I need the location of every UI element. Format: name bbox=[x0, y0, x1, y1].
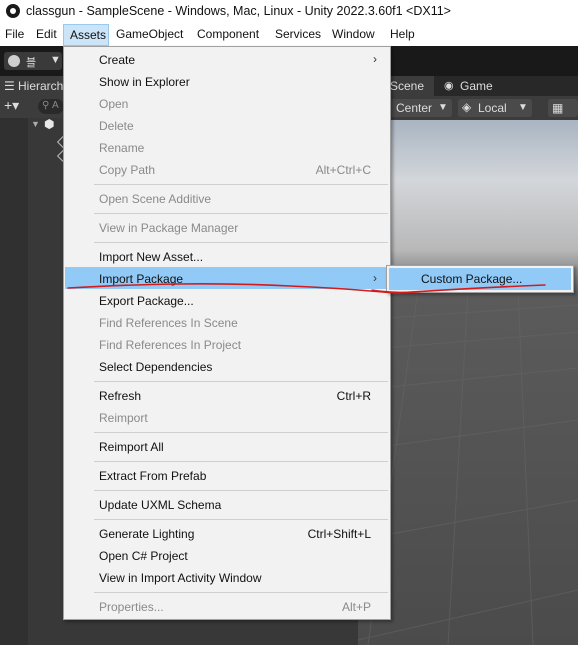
import-package-submenu: Custom Package... bbox=[386, 265, 574, 293]
menu-item-view-in-import-activity-window[interactable]: View in Import Activity Window bbox=[65, 566, 389, 588]
menu-edit[interactable]: Edit bbox=[36, 27, 57, 41]
menu-item-show-in-explorer[interactable]: Show in Explorer bbox=[65, 70, 389, 92]
menu-item-custom-package[interactable]: Custom Package... bbox=[389, 268, 571, 290]
tab-scene[interactable]: Scene bbox=[384, 76, 434, 96]
expand-arrow-icon[interactable]: ▼ bbox=[31, 119, 40, 129]
search-input[interactable]: ⚲ A bbox=[38, 99, 64, 114]
menu-item-refresh[interactable]: Refresh Ctrl+R bbox=[65, 384, 389, 406]
game-tab-label: Game bbox=[460, 79, 493, 93]
menu-item-create[interactable]: Create › bbox=[65, 48, 389, 70]
window-title: classgun - SampleScene - Windows, Mac, L… bbox=[26, 4, 451, 18]
pivot-label: Center bbox=[396, 101, 433, 115]
menu-file[interactable]: File bbox=[5, 27, 24, 41]
menu-assets[interactable]: Assets bbox=[63, 24, 109, 46]
menu-separator bbox=[94, 461, 388, 462]
menu-component[interactable]: Component bbox=[197, 27, 259, 41]
menu-separator bbox=[94, 242, 388, 243]
space-local-dropdown[interactable]: ◈ Local ▼ bbox=[458, 99, 532, 117]
chevron-right-icon: › bbox=[373, 271, 377, 285]
menu-item-rename[interactable]: Rename bbox=[65, 136, 389, 158]
gamepad-icon: ◉ bbox=[444, 80, 454, 92]
scene-grid bbox=[358, 289, 578, 645]
hierarchy-gutter bbox=[0, 118, 28, 645]
menu-item-import-package[interactable]: Import Package › bbox=[65, 267, 389, 289]
menu-item-export-package[interactable]: Export Package... bbox=[65, 289, 389, 311]
menu-item-find-references-in-scene[interactable]: Find References In Scene bbox=[65, 311, 389, 333]
list-icon: ☰ bbox=[4, 79, 15, 93]
menu-assets-label: Assets bbox=[70, 28, 107, 42]
menu-item-select-dependencies[interactable]: Select Dependencies bbox=[65, 355, 389, 377]
unity-logo-icon bbox=[6, 4, 20, 18]
chevron-down-icon: ▼ bbox=[518, 102, 528, 113]
chevron-down-icon: ▼ bbox=[438, 102, 448, 113]
chevron-right-icon: › bbox=[373, 52, 377, 66]
menu-separator bbox=[94, 519, 388, 520]
account-label: 블 bbox=[26, 57, 37, 69]
custom-package-label: Custom Package... bbox=[421, 272, 523, 286]
search-text: A bbox=[52, 100, 59, 111]
menu-item-copy-path[interactable]: Copy Path Alt+Ctrl+C bbox=[65, 158, 389, 180]
menu-separator bbox=[94, 381, 388, 382]
account-dropdown[interactable]: 블 ▼ bbox=[4, 52, 62, 70]
grid-icon: ▦ bbox=[552, 101, 564, 115]
shortcut-label: Ctrl+Shift+L bbox=[307, 527, 371, 541]
unity-scene-icon[interactable]: ⬢ bbox=[44, 117, 54, 131]
menu-separator bbox=[94, 490, 388, 491]
assets-menu: Create › Show in Explorer Open Delete Re… bbox=[63, 46, 391, 620]
menu-help[interactable]: Help bbox=[390, 27, 415, 41]
chevron-down-icon: ▼ bbox=[50, 54, 61, 66]
menu-item-generate-lighting[interactable]: Generate Lighting Ctrl+Shift+L bbox=[65, 522, 389, 544]
menu-item-open[interactable]: Open bbox=[65, 92, 389, 114]
account-icon bbox=[8, 55, 20, 67]
title-bar: classgun - SampleScene - Windows, Mac, L… bbox=[0, 0, 578, 24]
menu-item-reimport-all[interactable]: Reimport All bbox=[65, 435, 389, 457]
menu-separator bbox=[94, 213, 388, 214]
menu-item-reimport[interactable]: Reimport bbox=[65, 406, 389, 428]
menu-bar: File Edit Assets GameObject Component Se… bbox=[0, 24, 578, 46]
tab-game[interactable]: ◉ Game bbox=[436, 76, 506, 96]
shortcut-label: Alt+P bbox=[341, 600, 371, 614]
menu-separator bbox=[94, 432, 388, 433]
grid-snap-button[interactable]: ▦ bbox=[548, 99, 578, 117]
scene-toolbar: Center ▼ ◈ Local ▼ ▦ bbox=[358, 96, 578, 120]
menu-gameobject[interactable]: GameObject bbox=[116, 27, 183, 41]
space-label: Local bbox=[478, 101, 507, 115]
menu-item-extract-from-prefab[interactable]: Extract From Prefab bbox=[65, 464, 389, 486]
menu-item-import-new-asset[interactable]: Import New Asset... bbox=[65, 245, 389, 267]
add-button[interactable]: +▾ bbox=[4, 97, 19, 114]
menu-services[interactable]: Services bbox=[275, 27, 321, 41]
menu-item-open-scene-additive[interactable]: Open Scene Additive bbox=[65, 187, 389, 209]
shortcut-label: Alt+Ctrl+C bbox=[315, 163, 371, 177]
menu-item-properties[interactable]: Properties... Alt+P bbox=[65, 595, 389, 617]
menu-window[interactable]: Window bbox=[332, 27, 375, 41]
scene-tab-label: Scene bbox=[390, 79, 425, 93]
menu-item-update-uxml-schema[interactable]: Update UXML Schema bbox=[65, 493, 389, 515]
menu-item-delete[interactable]: Delete bbox=[65, 114, 389, 136]
menu-item-find-references-in-project[interactable]: Find References In Project bbox=[65, 333, 389, 355]
menu-separator bbox=[94, 592, 388, 593]
search-icon: ⚲ bbox=[42, 100, 50, 111]
tab-hierarchy[interactable]: ☰ Hierarch bbox=[0, 76, 64, 96]
menu-item-view-in-package-manager[interactable]: View in Package Manager bbox=[65, 216, 389, 238]
globe-icon: ◈ bbox=[462, 100, 472, 114]
shortcut-label: Ctrl+R bbox=[336, 389, 371, 403]
hierarchy-tab-label: Hierarch bbox=[18, 79, 64, 93]
menu-item-open-csharp-project[interactable]: Open C# Project bbox=[65, 544, 389, 566]
menu-separator bbox=[94, 184, 388, 185]
scene-viewport[interactable] bbox=[358, 120, 578, 645]
